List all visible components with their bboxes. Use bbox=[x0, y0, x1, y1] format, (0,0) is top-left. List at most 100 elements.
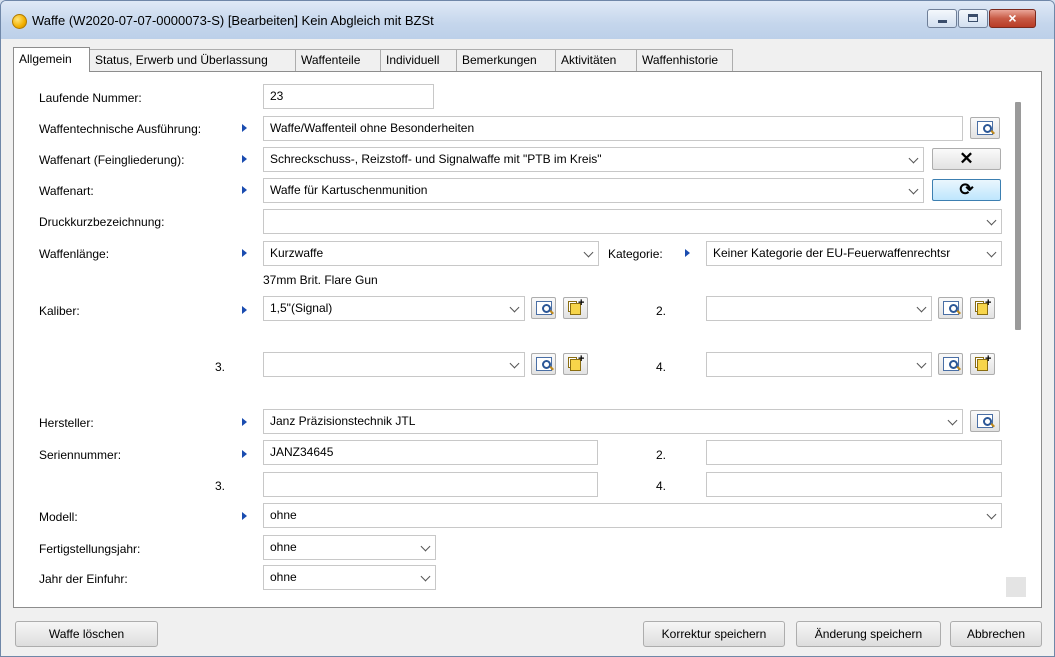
maximize-icon bbox=[968, 14, 978, 22]
tab-allgemein[interactable]: Allgemein bbox=[13, 47, 90, 72]
required-arrow-icon bbox=[242, 155, 247, 163]
kaliber-add-button[interactable]: + bbox=[563, 297, 588, 319]
hersteller-search-button[interactable] bbox=[970, 410, 1000, 432]
chevron-down-icon bbox=[908, 153, 919, 164]
maximize-button[interactable] bbox=[958, 9, 988, 28]
add-document-icon: + bbox=[568, 353, 584, 372]
seriennummer-field[interactable]: JANZ34645 bbox=[263, 440, 598, 465]
kaliber-3-search-button[interactable] bbox=[531, 353, 556, 375]
kaliber-4-select[interactable] bbox=[706, 352, 932, 377]
seriennummer-4-label: 4. bbox=[656, 479, 667, 493]
kaliber-2-select[interactable] bbox=[706, 296, 932, 321]
tab-status-erwerb[interactable]: Status, Erwerb und Überlassung bbox=[89, 49, 296, 71]
add-document-icon: + bbox=[975, 297, 991, 316]
seriennummer-2-field[interactable] bbox=[706, 440, 1002, 465]
modell-select[interactable]: ohne bbox=[263, 503, 1002, 528]
kategorie-select[interactable]: Keiner Kategorie der EU-Feuerwaffenrecht… bbox=[706, 241, 1002, 266]
minimize-icon bbox=[938, 20, 947, 23]
kaliber-3-add-button[interactable]: + bbox=[563, 353, 588, 375]
search-icon bbox=[977, 414, 993, 428]
kategorie-label: Kategorie: bbox=[608, 247, 663, 261]
einfuhrjahr-value: ohne bbox=[270, 570, 297, 584]
window-title: Waffe (W2020-07-07-0000073-S) [Bearbeite… bbox=[32, 13, 434, 28]
minimize-button[interactable] bbox=[927, 9, 957, 28]
tab-panel-allgemein: Laufende Nummer: 23 Waffentechnische Aus… bbox=[13, 71, 1042, 608]
search-icon bbox=[536, 301, 552, 315]
kaliber-2-label: 2. bbox=[656, 304, 667, 318]
chevron-down-icon bbox=[916, 358, 927, 369]
tab-aktivitaeten[interactable]: Aktivitäten bbox=[555, 49, 637, 71]
vertical-scrollbar[interactable] bbox=[1015, 102, 1021, 330]
refresh-icon: ⟳ bbox=[959, 180, 974, 199]
kaliber-2-add-button[interactable]: + bbox=[970, 297, 995, 319]
seriennummer-3-field[interactable] bbox=[263, 472, 598, 497]
cancel-button[interactable]: Abbrechen bbox=[950, 621, 1042, 647]
kaliber-label: Kaliber: bbox=[39, 304, 80, 318]
fertigungsjahr-label: Fertigstellungsjahr: bbox=[39, 542, 141, 556]
tab-individuell[interactable]: Individuell bbox=[380, 49, 457, 71]
add-document-icon: + bbox=[975, 353, 991, 372]
waffenart-fein-label: Waffenart (Feingliederung): bbox=[39, 153, 185, 167]
hersteller-select[interactable]: Janz Präzisionstechnik JTL bbox=[263, 409, 963, 434]
waffenart-value: Waffe für Kartuschenmunition bbox=[270, 183, 428, 197]
ausfuehrung-search-button[interactable] bbox=[970, 117, 1000, 139]
tab-bemerkungen[interactable]: Bemerkungen bbox=[456, 49, 556, 71]
modell-value: ohne bbox=[270, 508, 297, 522]
kaliber-4-search-button[interactable] bbox=[938, 353, 963, 375]
search-icon bbox=[943, 301, 959, 315]
druckkurz-select[interactable] bbox=[263, 209, 1002, 234]
seriennummer-3-label: 3. bbox=[215, 479, 226, 493]
kaliber-select[interactable]: 1,5"(Signal) bbox=[263, 296, 525, 321]
kaliber-3-label: 3. bbox=[215, 360, 226, 374]
save-change-button[interactable]: Änderung speichern bbox=[796, 621, 941, 647]
waffenart-fein-select[interactable]: Schreckschuss-, Reizstoff- und Signalwaf… bbox=[263, 147, 924, 172]
chevron-down-icon bbox=[509, 358, 520, 369]
delete-weapon-button[interactable]: Waffe löschen bbox=[15, 621, 158, 647]
title-bar[interactable]: Waffe (W2020-07-07-0000073-S) [Bearbeite… bbox=[1, 1, 1054, 39]
size-grip bbox=[1006, 577, 1026, 597]
kaliber-3-select[interactable] bbox=[263, 352, 525, 377]
window: Waffe (W2020-07-07-0000073-S) [Bearbeite… bbox=[0, 0, 1055, 657]
seriennummer-4-field[interactable] bbox=[706, 472, 1002, 497]
chevron-down-icon bbox=[908, 184, 919, 195]
fertigungsjahr-select[interactable]: ohne bbox=[263, 535, 436, 560]
required-arrow-icon bbox=[242, 450, 247, 458]
chevron-down-icon bbox=[420, 541, 431, 552]
ausfuehrung-field[interactable]: Waffe/Waffenteil ohne Besonderheiten bbox=[263, 116, 963, 141]
druckkurz-label: Druckkurzbezeichnung: bbox=[39, 215, 165, 229]
ausfuehrung-label: Waffentechnische Ausführung: bbox=[39, 122, 202, 136]
clear-icon: ✕ bbox=[959, 149, 974, 168]
kaliber-value: 1,5"(Signal) bbox=[270, 301, 333, 315]
search-icon bbox=[943, 357, 959, 371]
waffenart-select[interactable]: Waffe für Kartuschenmunition bbox=[263, 178, 924, 203]
chevron-down-icon bbox=[947, 415, 958, 426]
required-arrow-icon bbox=[242, 249, 247, 257]
save-correction-button[interactable]: Korrektur speichern bbox=[643, 621, 785, 647]
kaliber-2-search-button[interactable] bbox=[938, 297, 963, 319]
laufende-nummer-field[interactable]: 23 bbox=[263, 84, 434, 109]
hersteller-value: Janz Präzisionstechnik JTL bbox=[270, 414, 416, 428]
kaliber-search-button[interactable] bbox=[531, 297, 556, 319]
waffenlaenge-select[interactable]: Kurzwaffe bbox=[263, 241, 599, 266]
required-arrow-icon bbox=[242, 306, 247, 314]
waffenart-refresh-button[interactable]: ⟳ bbox=[932, 179, 1001, 201]
kaliber-4-add-button[interactable]: + bbox=[970, 353, 995, 375]
add-document-icon: + bbox=[568, 297, 584, 316]
fertigungsjahr-value: ohne bbox=[270, 540, 297, 554]
kaliber-4-label: 4. bbox=[656, 360, 667, 374]
chevron-down-icon bbox=[420, 571, 431, 582]
einfuhrjahr-label: Jahr der Einfuhr: bbox=[39, 572, 128, 586]
close-window-button[interactable]: × bbox=[989, 9, 1036, 28]
search-icon bbox=[977, 121, 993, 135]
required-arrow-icon bbox=[242, 512, 247, 520]
waffenart-fein-clear-button[interactable]: ✕ bbox=[932, 148, 1001, 170]
tab-waffenteile[interactable]: Waffenteile bbox=[295, 49, 381, 71]
chevron-down-icon bbox=[986, 509, 997, 520]
chevron-down-icon bbox=[986, 215, 997, 226]
chevron-down-icon bbox=[583, 247, 594, 258]
einfuhrjahr-select[interactable]: ohne bbox=[263, 565, 436, 590]
required-arrow-icon bbox=[242, 186, 247, 194]
tab-waffenhistorie[interactable]: Waffenhistorie bbox=[636, 49, 733, 71]
chevron-down-icon bbox=[986, 247, 997, 258]
waffenart-fein-value: Schreckschuss-, Reizstoff- und Signalwaf… bbox=[270, 152, 602, 166]
